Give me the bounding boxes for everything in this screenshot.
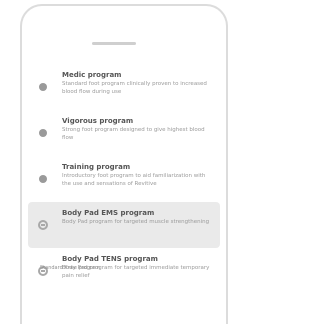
program-description: Standard foot program clinically proven …	[62, 81, 207, 95]
dot-icon	[38, 82, 48, 92]
program-description: Introductory foot program to aid familia…	[62, 173, 206, 187]
program-item-medic[interactable]: Medic program Standard foot program clin…	[28, 64, 220, 110]
program-item-body-pad-ems[interactable]: Body Pad EMS program Body Pad program fo…	[28, 202, 220, 248]
dot-icon	[38, 128, 48, 138]
program-description: Body Pad program for targeted muscle str…	[62, 219, 210, 225]
program-item-training[interactable]: Training program Introductory foot progr…	[28, 156, 220, 202]
program-title: Training program	[62, 163, 131, 171]
phone-frame: Medic program Standard foot program clin…	[20, 4, 228, 324]
program-title: Body Pad TENS program	[62, 255, 158, 263]
program-item-body-pad-tens[interactable]: Body Pad TENS program Body Pad program f…	[28, 248, 220, 294]
dot-icon	[38, 174, 48, 184]
body-pad-icon	[38, 220, 48, 230]
sheet-drag-handle[interactable]	[92, 42, 136, 45]
program-bottom-sheet: Medic program Standard foot program clin…	[28, 30, 220, 324]
program-title: Body Pad EMS program	[62, 209, 155, 217]
next-program-partial-title: Standard Knee program	[40, 265, 100, 271]
program-title: Vigorous program	[62, 117, 134, 125]
program-title: Medic program	[62, 71, 122, 79]
program-item-vigorous[interactable]: Vigorous program Strong foot program des…	[28, 110, 220, 156]
program-description: Strong foot program designed to give hig…	[62, 127, 205, 141]
program-list: Medic program Standard foot program clin…	[28, 64, 220, 294]
